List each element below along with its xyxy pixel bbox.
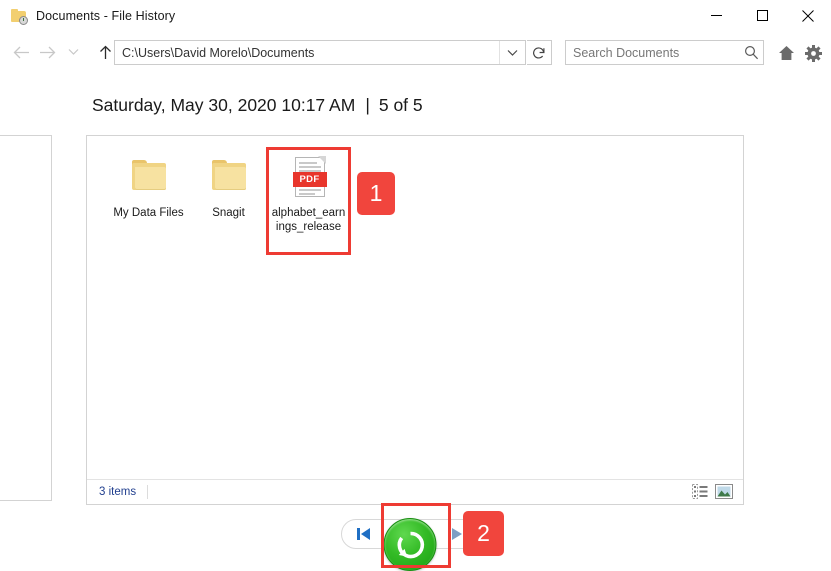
recent-locations-chevron-down-icon[interactable] [60,37,86,67]
list-item[interactable]: My Data Files [109,150,188,252]
folder-icon [126,156,172,200]
details-view-icon[interactable] [692,484,708,504]
home-icon[interactable] [774,41,798,65]
callout-badge-1: 1 [357,172,395,215]
view-mode-buttons [692,484,733,504]
version-timestamp: Saturday, May 30, 2020 10:17 AM [92,95,356,115]
restore-icon [397,531,424,558]
list-item-selected[interactable]: PDF alphabet_earnings_release [266,147,351,255]
maximize-icon[interactable] [739,0,785,31]
address-path-text: C:\Users\David Morelo\Documents [122,45,315,60]
pdf-badge-label: PDF [299,174,320,185]
version-counter: 5 of 5 [378,95,423,115]
search-icon[interactable] [739,45,763,60]
file-grid: My Data Files Snagit PDF alphabet_earnin… [87,136,743,255]
minimize-icon[interactable] [693,0,739,31]
gear-icon[interactable] [801,41,825,65]
file-list-pane: My Data Files Snagit PDF alphabet_earnin… [86,135,744,505]
forward-arrow-icon[interactable] [34,37,60,67]
previous-version-pane [0,135,52,501]
file-history-folder-icon [11,8,28,25]
title-bar: Documents - File History [0,0,831,31]
header-separator: | [365,95,370,115]
address-bar[interactable]: C:\Users\David Morelo\Documents [114,40,526,65]
window-controls [693,0,831,31]
restore-button[interactable] [383,518,437,571]
version-header: Saturday, May 30, 2020 10:17 AM | 5 of 5 [92,95,423,116]
close-icon[interactable] [785,0,831,31]
search-input[interactable]: Search Documents [565,40,764,65]
version-navigation-bar [341,515,479,571]
window-title: Documents - File History [36,8,176,23]
search-placeholder-text: Search Documents [573,45,680,60]
item-count-label: 3 items [87,485,149,499]
previous-version-icon[interactable] [355,526,373,542]
pdf-file-icon: PDF [286,156,332,200]
status-bar: 3 items [87,479,743,504]
refresh-icon[interactable] [527,40,552,65]
folder-icon [206,156,252,200]
back-arrow-icon[interactable] [8,37,34,67]
callout-badge-2: 2 [463,511,504,556]
address-chevron-down-icon[interactable] [499,41,525,64]
file-name-label: alphabet_earnings_release [271,207,346,233]
list-item[interactable]: Snagit [189,150,268,252]
large-icons-view-icon[interactable] [715,484,733,504]
file-name-label: Snagit [212,207,245,219]
file-name-label: My Data Files [113,207,184,219]
